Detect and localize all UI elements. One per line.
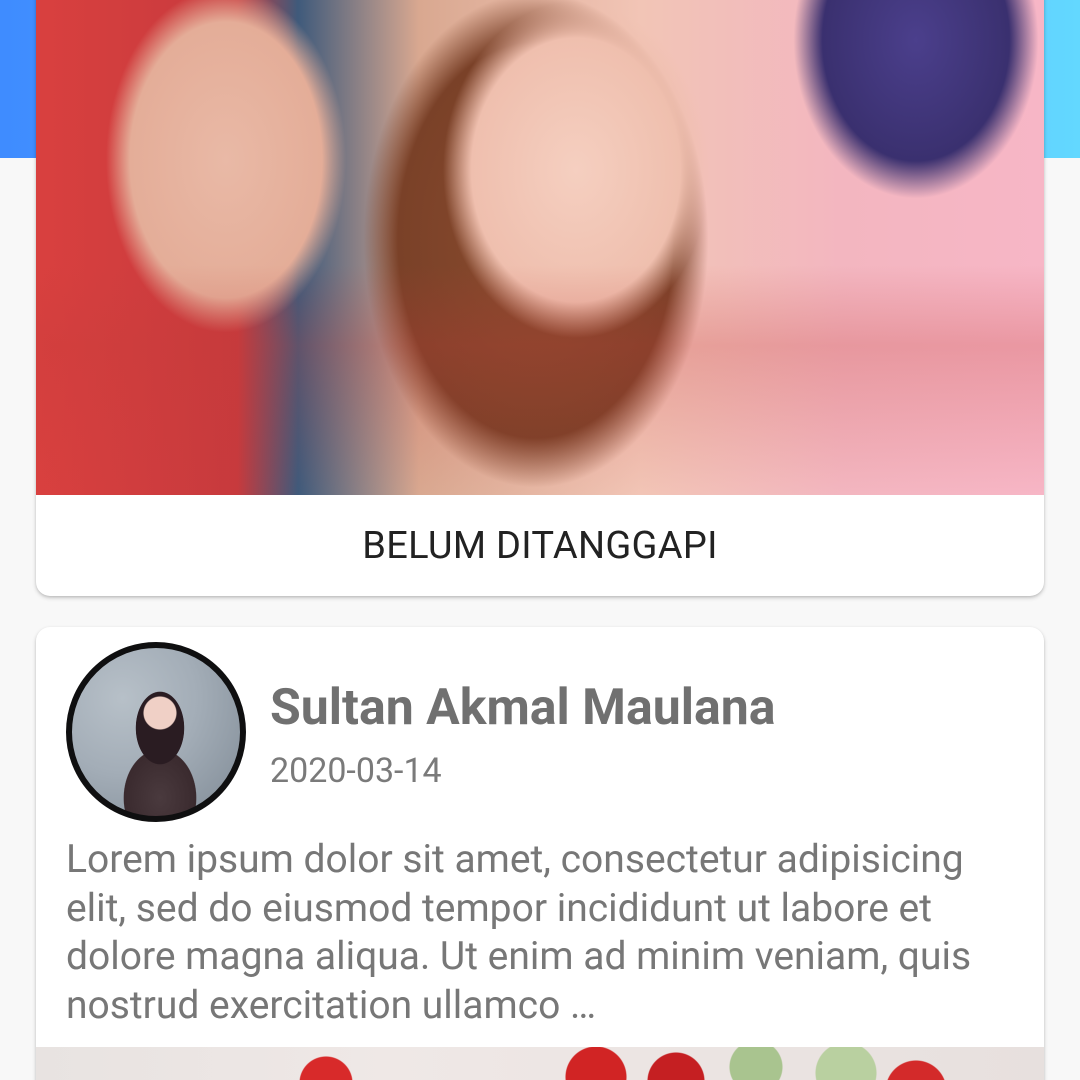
complaint-card[interactable]: Sultan Akmal Maulana 2020-03-14 Lorem ip… — [36, 627, 1044, 1080]
author-name: Sultan Akmal Maulana — [270, 679, 776, 737]
complaint-card[interactable]: BELUM DITANGGAPI — [36, 0, 1044, 596]
complaint-photo[interactable] — [36, 0, 1044, 495]
avatar[interactable] — [66, 642, 246, 822]
post-date: 2020-03-14 — [270, 751, 442, 791]
status-label: BELUM DITANGGAPI — [362, 523, 718, 568]
feed-page: BELUM DITANGGAPI Sultan Akmal Maulana 20… — [0, 0, 1080, 1080]
complaint-photo[interactable] — [36, 1047, 1044, 1080]
post-text: Lorem ipsum dolor sit amet, consectetur … — [66, 836, 972, 1028]
status-row: BELUM DITANGGAPI — [36, 495, 1044, 596]
